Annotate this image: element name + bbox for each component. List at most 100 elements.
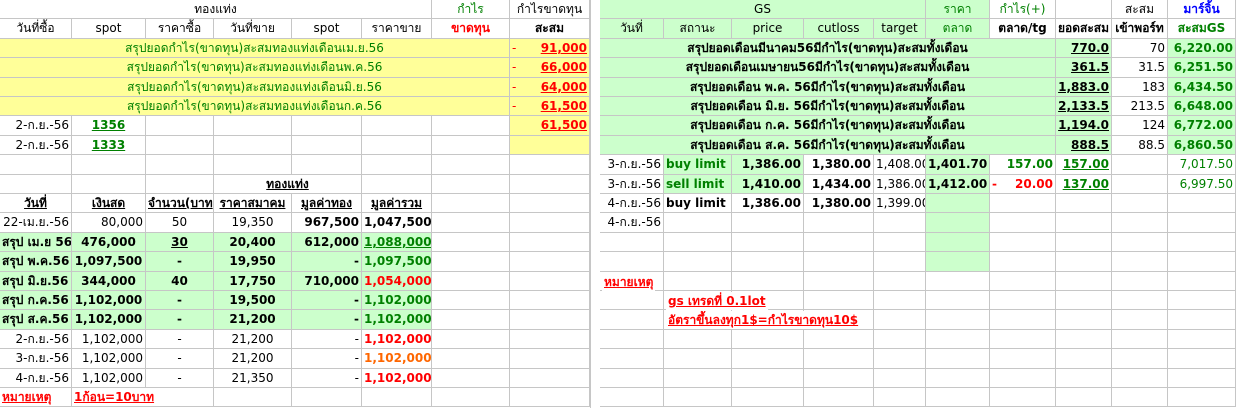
empty-cell[interactable] [1112, 252, 1168, 272]
gold-row-value[interactable]: - [292, 329, 362, 350]
gold-table-header[interactable]: ราคาสมาคม [214, 194, 292, 214]
gs-trade-date[interactable]: 4-ก.ย.-56 [600, 194, 664, 214]
empty-cell[interactable] [1112, 232, 1168, 253]
empty-cell[interactable] [874, 349, 926, 369]
gold-row-qty[interactable]: - [146, 291, 214, 311]
gold-table-title[interactable]: ทองแท่ง [214, 174, 362, 194]
gs-trade-gs[interactable] [1168, 194, 1236, 214]
gs-month-cum[interactable]: 1,194.0 [1056, 116, 1112, 136]
empty-cell[interactable] [432, 388, 510, 408]
gold-row-cash[interactable]: 1,102,000 [72, 329, 146, 350]
gs-trade-port[interactable] [1112, 174, 1168, 194]
gs-trade-target[interactable]: 1,386.00 [874, 174, 926, 194]
gold-row-total[interactable]: 1,047,500 [362, 213, 432, 233]
gold-row-price[interactable]: 17,750 [214, 271, 292, 291]
gs-month-port[interactable]: 31.5 [1112, 58, 1168, 78]
gs-trade-tg[interactable] [990, 213, 1056, 233]
empty-cell[interactable] [292, 388, 362, 408]
cum-label[interactable]: สะสม [1112, 0, 1168, 20]
gs-trade-status[interactable] [664, 213, 732, 233]
empty-cell[interactable] [732, 271, 804, 291]
empty-cell[interactable] [732, 329, 804, 350]
gs-trade-price[interactable]: 1,410.00 [732, 174, 804, 194]
empty-cell[interactable] [432, 135, 510, 156]
empty-cell[interactable] [926, 329, 990, 350]
empty-cell[interactable] [1056, 252, 1112, 272]
gs-month-cum[interactable]: 1,883.0 [1056, 77, 1112, 97]
empty-cell[interactable] [1168, 368, 1236, 388]
empty-cell[interactable] [146, 155, 214, 175]
gold-row-total[interactable]: 1,088,000 [362, 232, 432, 253]
trade-date[interactable]: 2-ก.ย.-56 [0, 116, 72, 136]
empty-cell[interactable] [664, 271, 732, 291]
gs-trade-cutloss[interactable]: 1,434.00 [804, 174, 874, 194]
gold-row-cash[interactable]: 1,097,500 [72, 252, 146, 272]
empty-cell[interactable] [432, 116, 510, 136]
empty-cell[interactable] [510, 213, 590, 233]
gs-month-summary[interactable]: สรุปยอดเดือน ก.ค. 56มีกำไร(ขาดทุน)สะสมทั… [600, 116, 1056, 136]
empty-cell[interactable] [990, 310, 1056, 330]
empty-cell[interactable] [1112, 349, 1168, 369]
gs-trade-tg[interactable]: - 20.00 [990, 174, 1056, 194]
empty-cell[interactable] [926, 368, 990, 388]
gs-month-total[interactable]: 6,648.00 [1168, 97, 1236, 117]
gs-trade-gs[interactable] [1168, 213, 1236, 233]
gold-title[interactable]: ทองแท่ง [0, 0, 432, 20]
empty-cell[interactable] [804, 271, 874, 291]
gold-row-price[interactable]: 21,350 [214, 368, 292, 388]
gs-trade-cum[interactable]: 137.00 [1056, 174, 1112, 194]
gs-trade-port[interactable] [1112, 194, 1168, 214]
gold-row-value[interactable]: - [292, 291, 362, 311]
empty-cell[interactable] [732, 388, 804, 408]
empty-cell[interactable] [874, 291, 926, 311]
empty-cell[interactable] [926, 310, 990, 330]
empty-cell[interactable] [432, 271, 510, 291]
empty-cell[interactable] [432, 349, 510, 369]
gs-column-header[interactable]: ตลาด [926, 19, 990, 39]
gold-row-total[interactable]: 1,102,000 [362, 329, 432, 350]
empty-cell[interactable] [926, 291, 990, 311]
gold-row-qty[interactable]: 50 [146, 213, 214, 233]
gs-trade-cutloss[interactable]: 1,380.00 [804, 155, 874, 175]
gs-month-port[interactable]: 213.5 [1112, 97, 1168, 117]
empty-cell[interactable] [1056, 291, 1112, 311]
gold-row-qty[interactable]: - [146, 329, 214, 350]
empty-cell[interactable] [990, 291, 1056, 311]
gs-trade-cutloss[interactable]: 1,380.00 [804, 194, 874, 214]
gs-month-summary[interactable]: สรุปยอดเดือน พ.ค. 56มีกำไร(ขาดทุน)สะสมทั… [600, 77, 1056, 97]
empty-cell[interactable] [432, 291, 510, 311]
column-header[interactable]: spot [72, 19, 146, 39]
empty-cell[interactable] [664, 329, 732, 350]
empty-cell[interactable] [732, 349, 804, 369]
gold-month-summary-value[interactable]: - 66,000 [510, 58, 590, 78]
gs-trade-date[interactable]: 3-ก.ย.-56 [600, 155, 664, 175]
empty-cell[interactable] [146, 135, 214, 156]
empty-cell[interactable] [990, 368, 1056, 388]
empty-cell[interactable] [804, 291, 874, 311]
gold-row-date[interactable]: 4-ก.ย.-56 [0, 368, 72, 388]
gs-trade-market[interactable] [926, 213, 990, 233]
empty-cell[interactable] [362, 116, 432, 136]
gold-row-value[interactable]: 710,000 [292, 271, 362, 291]
profit-label[interactable]: กำไร [432, 0, 510, 20]
column-header[interactable]: ราคาซื้อ [146, 19, 214, 39]
empty-cell[interactable] [1168, 310, 1236, 330]
gs-title[interactable]: GS [600, 0, 926, 20]
gold-row-qty[interactable]: - [146, 310, 214, 330]
gs-trade-date[interactable]: 3-ก.ย.-56 [600, 174, 664, 194]
empty-cell[interactable] [432, 194, 510, 214]
gold-month-summary[interactable]: สรุปยอดกำไร(ขาดทุน)สะสมทองแท่งเดือนก.ค.5… [0, 97, 510, 117]
empty-cell[interactable] [600, 310, 664, 330]
gs-trade-status[interactable]: buy limit [664, 155, 732, 175]
gold-row-cash[interactable]: 1,102,000 [72, 368, 146, 388]
empty-cell[interactable] [990, 349, 1056, 369]
empty-cell[interactable] [510, 329, 590, 350]
empty-cell[interactable] [292, 155, 362, 175]
gold-row-date[interactable]: สรุป มิ.ย.56 [0, 271, 72, 291]
trade-cum[interactable] [510, 135, 590, 156]
profit-loss-cum-label[interactable]: กำไรขาดทุน [510, 0, 590, 20]
gold-row-date[interactable]: 3-ก.ย.-56 [0, 349, 72, 369]
empty-cell[interactable] [432, 232, 510, 253]
gs-month-cum[interactable]: 361.5 [1056, 58, 1112, 78]
empty-cell[interactable] [1056, 329, 1112, 350]
